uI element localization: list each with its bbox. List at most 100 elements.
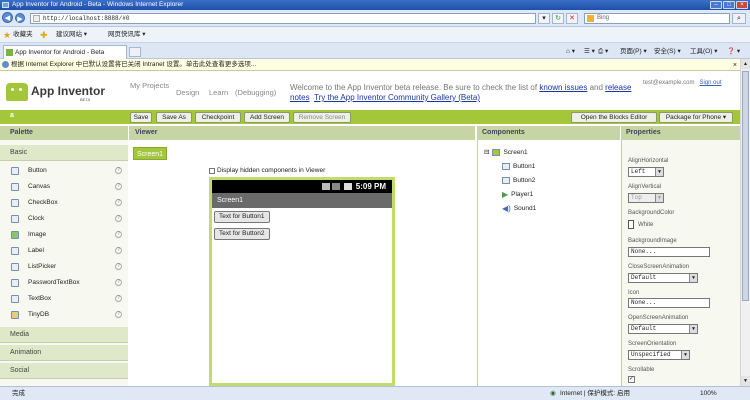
forward-button[interactable]: ▶: [15, 13, 25, 23]
align-horizontal-select[interactable]: Left ▼: [628, 167, 664, 177]
help-icon[interactable]: ?: [115, 231, 122, 238]
palette-item-label[interactable]: Label?: [0, 243, 128, 259]
add-favorite-button[interactable]: ✚: [40, 27, 48, 43]
scroll-thumb[interactable]: [742, 71, 749, 301]
component-player1[interactable]: ▶ Player1: [502, 190, 533, 199]
palette-category-basic[interactable]: Basic: [0, 145, 128, 161]
maximize-button[interactable]: □: [723, 1, 735, 9]
remove-screen-button[interactable]: Remove Screen: [293, 112, 351, 123]
collapse-icon[interactable]: ⊟: [484, 148, 489, 157]
select-value: Default: [631, 325, 657, 332]
scroll-down-icon[interactable]: ▼: [741, 376, 750, 386]
screen-orientation-select[interactable]: Unspecified ▼: [628, 350, 690, 360]
palette-item-canvas[interactable]: Canvas?: [0, 179, 128, 195]
package-for-phone-button[interactable]: Package for Phone ▾: [659, 112, 733, 123]
browser-tab[interactable]: App Inventor for Android - Beta: [3, 45, 127, 59]
component-sound1[interactable]: ◀) Sound1: [502, 204, 536, 213]
nav-debugging[interactable]: (Debugging): [235, 88, 276, 97]
components-heading: Components: [477, 126, 620, 140]
icon-input[interactable]: None...: [628, 298, 710, 308]
background-color-value[interactable]: White: [638, 222, 653, 228]
palette-item-tinydb[interactable]: TinyDB?: [0, 307, 128, 323]
fav-link-webslices[interactable]: 网页快讯库 ▾: [108, 27, 146, 43]
close-animation-select[interactable]: Default ▼: [628, 273, 698, 283]
color-swatch[interactable]: [628, 220, 634, 229]
palette-item-image[interactable]: Image?: [0, 227, 128, 243]
dropdown-icon: ▼: [655, 168, 663, 176]
align-vertical-select[interactable]: Top ▼: [628, 193, 664, 203]
favorites-bar: ★ 收藏夹 ✚ 建议网站 ▾ 网页快讯库 ▾: [0, 27, 750, 43]
preview-button1[interactable]: Text for Button1: [214, 211, 270, 223]
nav-learn[interactable]: Learn: [209, 88, 228, 97]
palette-category-social[interactable]: Social: [0, 363, 128, 379]
component-button1[interactable]: Button1: [502, 162, 535, 171]
open-blocks-editor-button[interactable]: Open the Blocks Editor: [571, 112, 657, 123]
palette-category-media[interactable]: Media: [0, 327, 128, 343]
nav-my-projects[interactable]: My Projects: [130, 81, 170, 90]
palette-item-button[interactable]: Button?: [0, 163, 128, 179]
palette-item-passwordtextbox[interactable]: PasswordTextBox?: [0, 275, 128, 291]
back-button[interactable]: ◀: [2, 12, 13, 23]
help-icon[interactable]: ?: [115, 279, 122, 286]
palette-item-textbox[interactable]: TextBox?: [0, 291, 128, 307]
background-image-input[interactable]: None...: [628, 247, 710, 257]
search-button[interactable]: ⌕: [732, 13, 746, 24]
preview-button2[interactable]: Text for Button2: [214, 228, 270, 240]
fav-link-suggested[interactable]: 建议网站 ▾: [56, 27, 87, 43]
favorites-button[interactable]: ★ 收藏夹: [3, 27, 33, 43]
palette-category-animation[interactable]: Animation: [0, 345, 128, 361]
prop-label-icon: Icon: [628, 290, 640, 296]
display-hidden-checkbox[interactable]: Display hidden components in Viewer: [209, 167, 325, 174]
help-icon[interactable]: ?: [115, 247, 122, 254]
information-bar[interactable]: 根据 Internet Explorer 中已默认设置将已关闭 Intranet…: [0, 59, 740, 71]
tools-menu[interactable]: 工具(O) ▾: [690, 46, 717, 57]
safety-menu[interactable]: 安全(S) ▾: [654, 46, 681, 57]
known-issues-link[interactable]: known issues: [539, 83, 587, 92]
scrollable-checkbox[interactable]: ✓: [628, 376, 635, 383]
palette-item-listpicker[interactable]: ListPicker?: [0, 259, 128, 275]
community-gallery-link[interactable]: Try the App Inventor Community Gallery (…: [314, 93, 480, 102]
compat-view-button[interactable]: ▾: [538, 13, 550, 24]
sign-out-link[interactable]: Sign out: [699, 80, 721, 86]
close-window-button[interactable]: ×: [736, 1, 748, 9]
open-animation-select[interactable]: Default ▼: [628, 324, 698, 334]
palette-item-label: ListPicker: [28, 263, 57, 270]
component-screen1[interactable]: ⊟ Screen1: [484, 148, 528, 157]
help-icon[interactable]: ?: [115, 199, 122, 206]
palette-item-checkbox[interactable]: CheckBox?: [0, 195, 128, 211]
refresh-button[interactable]: ↻: [552, 13, 564, 24]
screen-tab[interactable]: Screen1: [133, 147, 167, 160]
save-as-button[interactable]: Save As: [156, 112, 192, 123]
home-icon[interactable]: ⌂ ▾: [566, 46, 575, 57]
component-button2[interactable]: Button2: [502, 176, 535, 185]
help-icon[interactable]: ?: [115, 167, 122, 174]
search-input[interactable]: Bing: [584, 13, 730, 24]
nav-design[interactable]: Design: [176, 88, 199, 97]
print-icon[interactable]: ⎙ ▾: [598, 46, 608, 57]
new-tab-button[interactable]: [129, 47, 141, 57]
app-inventor-page: App Inventor BETA My Projects Design Lea…: [0, 71, 740, 386]
address-input[interactable]: http://localhost:8888/#0: [30, 13, 536, 24]
help-icon[interactable]: ?: [115, 183, 122, 190]
minimize-button[interactable]: –: [710, 1, 722, 9]
stop-button[interactable]: ✕: [566, 13, 578, 24]
page-menu[interactable]: 页面(P) ▾: [620, 46, 647, 57]
textbox-icon: [11, 295, 19, 303]
palette-item-clock[interactable]: Clock?: [0, 211, 128, 227]
checkpoint-button[interactable]: Checkpoint: [195, 112, 241, 123]
search-placeholder: Bing: [597, 15, 610, 21]
vertical-scrollbar[interactable]: ▲ ▼: [740, 59, 750, 386]
help-icon[interactable]: ?: [115, 311, 122, 318]
scroll-up-icon[interactable]: ▲: [741, 59, 750, 69]
prop-label-scrollable: Scrollable: [628, 367, 655, 373]
checkbox-box[interactable]: [209, 167, 215, 174]
palette-item-label: Image: [28, 231, 47, 238]
feeds-icon[interactable]: ☰ ▾: [584, 46, 595, 57]
zoom-level[interactable]: 100%: [700, 387, 717, 400]
help-icon[interactable]: ?: [115, 263, 122, 270]
help-menu[interactable]: ❓ ▾: [727, 46, 740, 57]
help-icon[interactable]: ?: [115, 215, 122, 222]
help-icon[interactable]: ?: [115, 295, 122, 302]
add-screen-button[interactable]: Add Screen: [244, 112, 290, 123]
save-button[interactable]: Save: [130, 112, 152, 123]
